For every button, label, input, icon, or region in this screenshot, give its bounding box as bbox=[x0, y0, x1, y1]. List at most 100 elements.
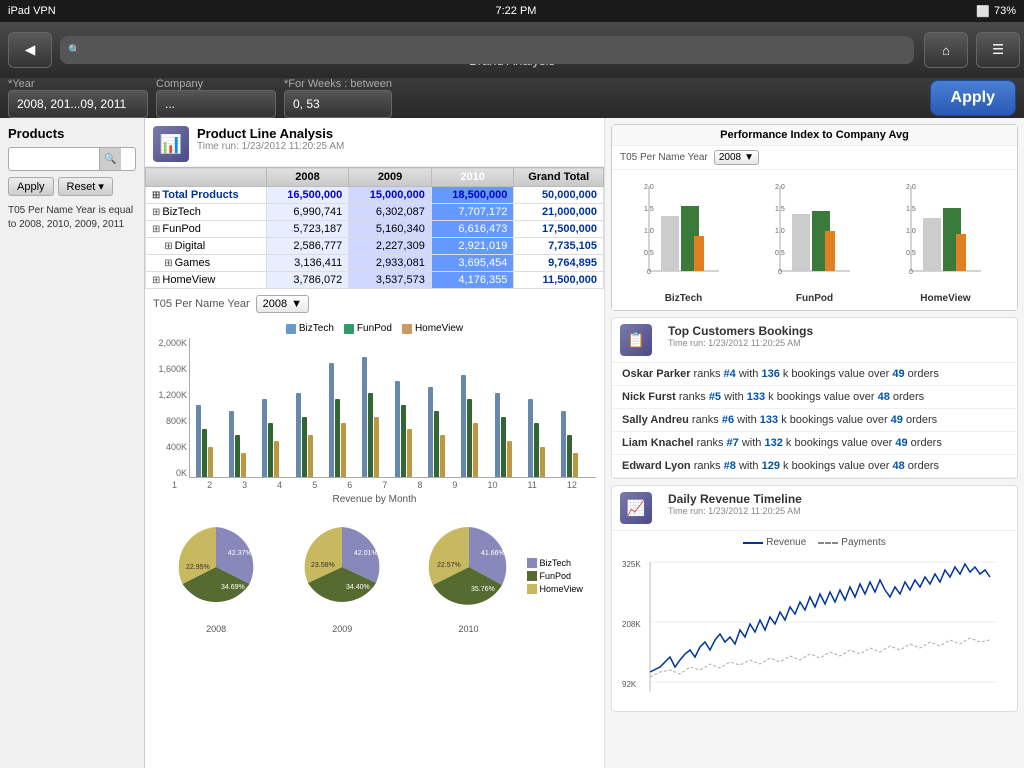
daily-revenue-header-text: Daily Revenue Timeline Time run: 1/23/20… bbox=[668, 492, 802, 516]
sidebar-search-box[interactable]: 🔍 bbox=[8, 147, 136, 171]
performance-charts-row: 2.0 1.5 1.0 0.5 0 BizTech bbox=[612, 170, 1017, 310]
performance-year-row: T05 Per Name Year 2008 ▼ bbox=[612, 146, 1017, 170]
bar-funpod bbox=[501, 417, 506, 477]
svg-text:1.5: 1.5 bbox=[906, 206, 916, 213]
bar-biztech bbox=[461, 375, 466, 477]
sidebar-apply-button[interactable]: Apply bbox=[8, 177, 54, 196]
col-header-2008: 2008 bbox=[266, 168, 349, 187]
svg-text:208K: 208K bbox=[622, 620, 641, 629]
perf-chart-label-biztech: BizTech bbox=[639, 293, 729, 304]
sidebar-filter-info: T05 Per Name Year is equal to 2008, 2010… bbox=[8, 204, 136, 232]
legend-label-biztech: BizTech bbox=[299, 323, 334, 334]
pie-legend-label-biztech: BizTech bbox=[540, 558, 572, 568]
customer-name: Nick Furst bbox=[622, 391, 676, 403]
perf-year-select[interactable]: 2008 ▼ bbox=[714, 150, 759, 165]
chart-year-arrow: ▼ bbox=[291, 298, 302, 310]
customer-bookings: 132 bbox=[764, 437, 782, 449]
sidebar-search-input[interactable] bbox=[9, 151, 99, 167]
year-filter-value[interactable]: 2008, 201...09, 2011 bbox=[8, 90, 148, 118]
perf-chart-label-homeview: HomeView bbox=[901, 293, 991, 304]
performance-index-title: Performance Index to Company Avg bbox=[612, 125, 1017, 146]
svg-text:34.69%: 34.69% bbox=[221, 584, 245, 591]
pie-label-2010: 2010 bbox=[419, 624, 519, 634]
table-cell-label: ⊞Games bbox=[146, 255, 267, 272]
table-cell-value: 11,500,000 bbox=[514, 272, 604, 289]
product-line-header-text: Product Line Analysis Time run: 1/23/201… bbox=[197, 126, 344, 152]
filter-button[interactable]: ☰ bbox=[976, 32, 1020, 68]
customer-orders: 49 bbox=[892, 368, 904, 380]
customer-bookings: 133 bbox=[747, 391, 765, 403]
table-cell-value: 7,735,105 bbox=[514, 238, 604, 255]
bar-homeview bbox=[473, 423, 478, 477]
sidebar-reset-button[interactable]: Reset ▾ bbox=[58, 177, 113, 196]
table-cell-value: 6,616,473 bbox=[431, 221, 514, 238]
bar-funpod bbox=[401, 405, 406, 477]
customers-list: Oskar Parker ranks #4 with 136 k booking… bbox=[612, 363, 1017, 478]
customer-orders: 49 bbox=[895, 437, 907, 449]
col-header-label bbox=[146, 168, 267, 187]
home-button[interactable]: ⌂ bbox=[924, 32, 968, 68]
table-cell-label: ⊞HomeView bbox=[146, 272, 267, 289]
daily-revenue-title: Daily Revenue Timeline bbox=[668, 492, 802, 506]
table-cell-value: 7,707,172 bbox=[431, 204, 514, 221]
svg-text:325K: 325K bbox=[622, 560, 641, 569]
company-filter-group: Company ... bbox=[156, 78, 276, 118]
table-cell-value: 16,500,000 bbox=[266, 187, 349, 204]
chart-year-select[interactable]: 2008 ▼ bbox=[256, 295, 309, 313]
table-cell-value: 4,176,355 bbox=[431, 272, 514, 289]
pie-chart-2010-with-legend: 41.66% 35.76% 22.57% 2010 BizTech FunPod bbox=[419, 517, 583, 634]
product-line-title: Product Line Analysis bbox=[197, 126, 344, 141]
bar-group bbox=[262, 399, 291, 477]
svg-text:1.5: 1.5 bbox=[644, 206, 654, 213]
table-cell-value: 15,000,000 bbox=[349, 187, 432, 204]
svg-text:34.40%: 34.40% bbox=[346, 584, 370, 591]
pie-legend-funpod: FunPod bbox=[527, 571, 583, 581]
bar-chart bbox=[189, 338, 596, 478]
battery-pct: 73% bbox=[994, 5, 1016, 17]
table-cell-value: 50,000,000 bbox=[514, 187, 604, 204]
customer-bookings: 136 bbox=[761, 368, 779, 380]
legend-dot-homeview bbox=[402, 324, 412, 334]
weeks-filter-value[interactable]: 0, 53 bbox=[284, 90, 392, 118]
battery-icon: ⬜ bbox=[976, 5, 990, 18]
sidebar-search-icon[interactable]: 🔍 bbox=[99, 148, 121, 170]
x-axis-labels: 123456 789101112 bbox=[153, 478, 596, 492]
apply-button[interactable]: Apply bbox=[930, 80, 1016, 116]
header: ◀ 🔍 1.1 Simple Demo Dashboard Brand Anal… bbox=[0, 22, 1024, 78]
ipad-label: iPad VPN bbox=[8, 5, 56, 17]
bar-funpod bbox=[268, 423, 273, 477]
daily-revenue-section: 📈 Daily Revenue Timeline Time run: 1/23/… bbox=[611, 485, 1018, 712]
bar-biztech bbox=[495, 393, 500, 477]
svg-text:2.0: 2.0 bbox=[644, 184, 654, 191]
table-cell-value: 3,786,072 bbox=[266, 272, 349, 289]
tl-line-payments bbox=[818, 542, 838, 544]
bar-homeview bbox=[407, 429, 412, 477]
company-filter-label: Company bbox=[156, 78, 276, 90]
bar-funpod bbox=[202, 429, 207, 477]
bar-group bbox=[461, 375, 490, 477]
tl-line-revenue bbox=[743, 542, 763, 544]
perf-year-arrow-icon: ▼ bbox=[744, 152, 754, 163]
perf-chart-funpod: 2.0 1.5 1.0 0.5 0 FunPod bbox=[770, 176, 860, 304]
svg-text:1.5: 1.5 bbox=[775, 206, 785, 213]
table-cell-value: 18,500,000 bbox=[431, 187, 514, 204]
customer-row: Nick Furst ranks #5 with 133 k bookings … bbox=[612, 386, 1017, 409]
svg-text:41.66%: 41.66% bbox=[481, 550, 505, 557]
svg-text:2.0: 2.0 bbox=[906, 184, 916, 191]
pie-legend-color-homeview bbox=[527, 584, 537, 594]
svg-text:42.01%: 42.01% bbox=[354, 550, 378, 557]
table-cell-value: 5,160,340 bbox=[349, 221, 432, 238]
back-button[interactable]: ◀ bbox=[8, 32, 52, 68]
bar-chart-container: BizTech FunPod HomeView 2,000K 1,600K 1,… bbox=[145, 319, 604, 509]
time-display: 7:22 PM bbox=[496, 5, 537, 17]
pie-legend-color-biztech bbox=[527, 558, 537, 568]
company-filter-value[interactable]: ... bbox=[156, 90, 276, 118]
year-filter-group: *Year 2008, 201...09, 2011 bbox=[8, 78, 148, 118]
bar-biztech bbox=[229, 411, 234, 477]
top-customers-timestamp: Time run: 1/23/2012 11:20:25 AM bbox=[668, 338, 813, 348]
performance-index-container: Performance Index to Company Avg T05 Per… bbox=[611, 124, 1018, 311]
table-cell-value: 17,500,000 bbox=[514, 221, 604, 238]
table-cell-value: 3,136,411 bbox=[266, 255, 349, 272]
svg-text:1.0: 1.0 bbox=[644, 228, 654, 235]
svg-text:92K: 92K bbox=[622, 680, 637, 689]
